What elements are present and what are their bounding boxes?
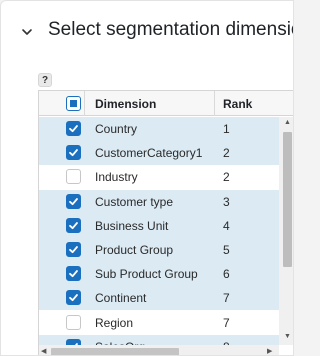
row-checkbox[interactable]	[66, 169, 81, 185]
chevron-down-icon[interactable]	[20, 25, 34, 39]
dimension-cell: Sub Product Group	[95, 267, 198, 282]
table-row[interactable]: Industry 2	[39, 165, 279, 190]
segmentation-panel: Select segmentation dimensions ? Dimensi…	[0, 0, 294, 356]
dimension-cell: Continent	[95, 291, 147, 306]
dimensions-grid: Dimension Rank SalesOrg8Region7Continent…	[38, 90, 293, 355]
arrow-down-icon[interactable]: ▼	[284, 333, 291, 340]
section-header[interactable]: Select segmentation dimensions	[1, 1, 293, 63]
table-row[interactable]: Business Unit 4	[39, 213, 279, 238]
rank-cell: 2	[223, 146, 230, 161]
checkmark-icon	[69, 270, 78, 278]
rank-cell: 4	[223, 218, 230, 233]
section-title: Select segmentation dimensions	[48, 19, 293, 40]
select-all-checkbox[interactable]	[66, 96, 81, 111]
rank-cell: 3	[223, 194, 230, 209]
row-checkbox[interactable]	[66, 121, 81, 136]
grid-header: Dimension Rank	[39, 91, 293, 116]
partial-select-icon	[70, 100, 77, 107]
vertical-scroll-thumb[interactable]	[283, 132, 292, 267]
column-separator	[84, 91, 85, 116]
rank-cell: 1	[223, 122, 230, 136]
row-checkbox[interactable]	[66, 217, 81, 233]
horizontal-scrollbar[interactable]: ◀ ▶	[39, 345, 279, 355]
row-checkbox[interactable]	[66, 193, 81, 209]
checkmark-icon	[69, 294, 78, 302]
rank-cell: 7	[223, 315, 230, 330]
rank-column-header[interactable]: Rank	[223, 97, 252, 111]
table-row[interactable]: Customer type 3	[39, 189, 279, 214]
row-checkbox[interactable]	[66, 242, 81, 257]
dimension-cell: Industry	[95, 170, 138, 185]
row-checkbox[interactable]	[66, 145, 81, 161]
dimension-cell: CustomerCategory1	[95, 146, 203, 161]
dimension-cell: Business Unit	[95, 218, 169, 233]
checkmark-icon	[69, 125, 78, 133]
checkmark-icon	[69, 221, 78, 229]
dimension-cell: Product Group	[95, 243, 174, 257]
arrow-up-icon[interactable]: ▲	[284, 119, 291, 126]
table-row[interactable]: Country 1	[39, 117, 279, 141]
dimension-cell: Country	[95, 122, 138, 136]
arrow-right-icon[interactable]: ▶	[267, 347, 272, 355]
help-button[interactable]: ?	[38, 73, 52, 87]
rank-cell: 7	[223, 291, 230, 306]
dimension-cell: Customer type	[95, 194, 174, 209]
table-row[interactable]: CustomerCategory1 2	[39, 141, 279, 166]
rank-cell: 6	[223, 267, 230, 282]
table-row[interactable]: Continent 7	[39, 286, 279, 311]
row-checkbox[interactable]	[66, 266, 81, 282]
rank-cell: 5	[223, 243, 230, 257]
checkmark-icon	[69, 149, 78, 157]
checkmark-icon	[69, 246, 78, 254]
table-row[interactable]: Region 7	[39, 310, 279, 335]
checkmark-icon	[69, 197, 78, 205]
vertical-scrollbar[interactable]: ▲ ▼	[279, 117, 293, 345]
rank-cell: 2	[223, 170, 230, 185]
dimension-cell: Region	[95, 315, 134, 330]
column-separator	[214, 91, 215, 116]
dimension-column-header[interactable]: Dimension	[95, 97, 156, 111]
horizontal-scroll-thumb[interactable]	[51, 348, 179, 355]
row-checkbox[interactable]	[66, 314, 81, 330]
row-checkbox[interactable]	[66, 290, 81, 306]
table-row[interactable]: Product Group 5	[39, 238, 279, 262]
table-row[interactable]: Sub Product Group 6	[39, 262, 279, 287]
grid-body: SalesOrg8Region7Continent7Sub Product Gr…	[39, 117, 293, 355]
arrow-left-icon[interactable]: ◀	[41, 347, 46, 355]
